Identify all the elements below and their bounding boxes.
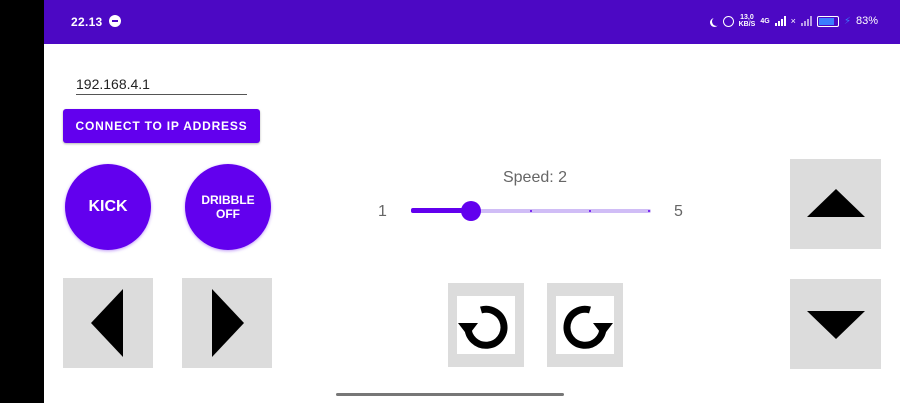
net-speed: 13,0 KB/S xyxy=(739,14,756,28)
connect-button[interactable]: CONNECT TO IP ADDRESS xyxy=(63,109,260,143)
move-right-button[interactable] xyxy=(182,278,272,368)
home-indicator[interactable] xyxy=(336,393,564,396)
net-speed-unit: KB/S xyxy=(738,21,756,28)
network-type: 4G xyxy=(760,17,770,25)
do-not-disturb-icon xyxy=(712,17,721,26)
rotate-cw-icon xyxy=(563,305,613,349)
arrow-down-icon xyxy=(806,311,865,339)
rotate-left-button[interactable] xyxy=(448,283,524,367)
left-system-bar xyxy=(0,0,44,403)
speed-slider-thumb[interactable] xyxy=(461,201,481,221)
dribble-button[interactable]: DRIBBLE OFF xyxy=(185,164,271,250)
speed-label: Speed: 2 xyxy=(502,169,568,186)
kick-button[interactable]: KICK xyxy=(65,164,151,250)
battery-icon xyxy=(816,15,839,27)
status-icons: 13,0 KB/S 4G × ⚡ 83% xyxy=(709,13,878,29)
slider-max-label: 5 xyxy=(674,203,683,220)
no-sim-icon: × xyxy=(790,16,796,26)
chat-notification-icon xyxy=(109,15,121,27)
charging-icon: ⚡ xyxy=(843,15,851,27)
alarm-icon xyxy=(722,15,734,27)
signal-icon-2 xyxy=(800,16,812,26)
dribble-label: DRIBBLE xyxy=(201,193,255,207)
signal-icon xyxy=(774,16,786,26)
rotate-right-button[interactable] xyxy=(547,283,623,367)
status-bar: 22.13 13,0 KB/S 4G × ⚡ 83% xyxy=(44,0,900,44)
status-time: 22.13 xyxy=(71,15,103,29)
net-speed-value: 13,0 xyxy=(740,14,754,21)
arrow-up-icon xyxy=(806,189,865,217)
slider-tick xyxy=(648,210,650,212)
arrow-left-icon xyxy=(91,289,123,357)
slider-tick xyxy=(589,210,591,212)
move-up-button[interactable] xyxy=(790,159,881,249)
move-down-button[interactable] xyxy=(790,279,881,369)
arrow-right-icon xyxy=(212,289,244,357)
rotate-cw-frame xyxy=(556,296,614,354)
dribble-state: OFF xyxy=(216,207,240,221)
rotate-ccw-icon xyxy=(458,305,508,349)
ip-address-input[interactable] xyxy=(76,74,247,95)
move-left-button[interactable] xyxy=(63,278,153,368)
slider-min-label: 1 xyxy=(378,203,387,220)
rotate-ccw-frame xyxy=(457,296,515,354)
battery-percent: 83% xyxy=(855,15,878,27)
slider-tick xyxy=(530,210,532,212)
